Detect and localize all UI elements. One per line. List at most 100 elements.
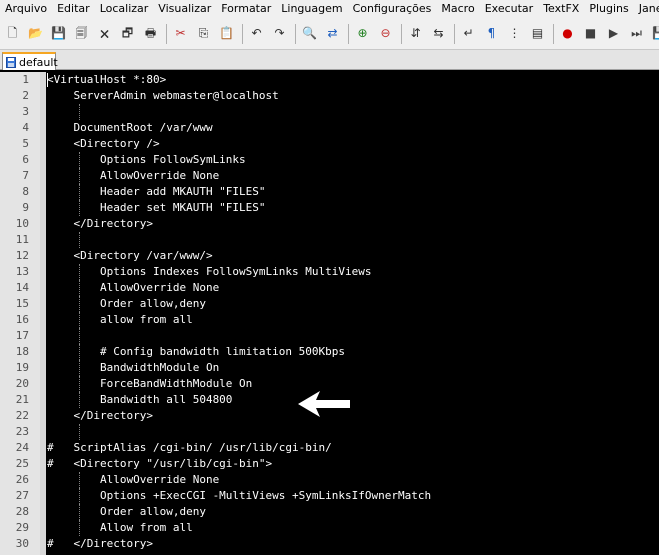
code-line[interactable]: 16 allow from all	[0, 312, 659, 328]
record-macro-icon[interactable]: ●	[559, 25, 576, 42]
code-text: ServerAdmin webmaster@localhost	[47, 89, 279, 102]
code-line[interactable]: 25 # <Directory "/usr/lib/cgi-bin">	[0, 456, 659, 472]
menu-formatar[interactable]: Formatar	[216, 0, 276, 18]
new-file-icon[interactable]: 🗋	[4, 25, 21, 42]
doc-map-icon[interactable]: ▤	[529, 25, 546, 42]
indent-guide	[78, 360, 80, 376]
replace-icon[interactable]: ⇄	[324, 25, 341, 42]
code-editor[interactable]: 1 <VirtualHost *:80> 2 ServerAdmin webmast…	[0, 72, 659, 555]
open-file-icon[interactable]: 📂	[27, 25, 44, 42]
code-line[interactable]: 18 # Config bandwidth limitation 500Kbps	[0, 344, 659, 360]
code-line[interactable]: 30 # </Directory>	[0, 536, 659, 552]
line-number: 11	[15, 233, 29, 246]
indent-guide-icon[interactable]: ⋮	[506, 25, 523, 42]
word-wrap-icon[interactable]: ↵	[460, 25, 477, 42]
code-line[interactable]: 17	[0, 328, 659, 344]
menu-localizar[interactable]: Localizar	[95, 0, 154, 18]
code-line[interactable]: 13 Options Indexes FollowSymLinks MultiV…	[0, 264, 659, 280]
code-line[interactable]: 8 Header add MKAUTH "FILES"	[0, 184, 659, 200]
code-line[interactable]: 1 <VirtualHost *:80>	[0, 72, 659, 88]
code-text: <Directory />	[47, 137, 160, 150]
close-all-icon[interactable]: 🗗	[119, 25, 136, 42]
line-number: 18	[15, 345, 29, 358]
play-macro-icon[interactable]: ▶	[605, 25, 622, 42]
toolbar: 🗋 📂 💾 🗐 🗙 🗗 🖶 ✂ ⎘ 📋 ↶ ↷ 🔍 ⇄ ⊕ ⊖ ⇵ ⇆ ↵ ¶ ⋮ ▤ ● ■ ▶ ⏭ 💾	[0, 18, 659, 50]
menu-arquivo[interactable]: Arquivo	[0, 0, 52, 18]
menu-bar: Arquivo Editar Localizar Visualizar Formatar…	[0, 0, 659, 18]
indent-guide	[78, 488, 80, 504]
save-macro-icon[interactable]: 💾	[651, 25, 659, 42]
menu-editar[interactable]: Editar	[52, 0, 95, 18]
code-line[interactable]: 10 </Directory>	[0, 216, 659, 232]
line-number: 15	[15, 297, 29, 310]
line-number: 3	[22, 105, 29, 118]
save-all-icon[interactable]: 🗐	[73, 25, 90, 42]
code-line[interactable]: 3	[0, 104, 659, 120]
indent-guide	[78, 392, 80, 408]
menu-linguagem[interactable]: Linguagem	[276, 0, 347, 18]
line-number: 13	[15, 265, 29, 278]
find-icon[interactable]: 🔍	[301, 25, 318, 42]
close-icon[interactable]: 🗙	[96, 25, 113, 42]
line-number: 19	[15, 361, 29, 374]
code-line[interactable]: 19 BandwidthModule On	[0, 360, 659, 376]
menu-janela[interactable]: Janela	[634, 0, 659, 18]
menu-macro[interactable]: Macro	[436, 0, 479, 18]
code-line[interactable]: 27 Options +ExecCGI -MultiViews +SymLink…	[0, 488, 659, 504]
indent-guide	[78, 472, 80, 488]
menu-configuracoes[interactable]: Configurações	[348, 0, 437, 18]
tab-default[interactable]: default	[2, 52, 58, 70]
code-line[interactable]: 6 Options FollowSymLinks	[0, 152, 659, 168]
menu-visualizar[interactable]: Visualizar	[153, 0, 216, 18]
code-line[interactable]: 29 Allow from all	[0, 520, 659, 536]
code-line[interactable]: 12 <Directory /var/www/>	[0, 248, 659, 264]
indent-guide	[78, 328, 80, 344]
run-macro-multiple-icon[interactable]: ⏭	[628, 25, 645, 42]
line-number: 20	[15, 377, 29, 390]
code-line[interactable]: 15 Order allow,deny	[0, 296, 659, 312]
code-text: AllowOverride None	[47, 281, 220, 294]
toolbar-separator	[242, 23, 243, 44]
code-text: # <Directory "/usr/lib/cgi-bin">	[47, 457, 273, 470]
code-line[interactable]: 7 AllowOverride None	[0, 168, 659, 184]
menu-executar[interactable]: Executar	[480, 0, 539, 18]
toolbar-separator	[553, 23, 554, 44]
line-number: 14	[15, 281, 29, 294]
paste-icon[interactable]: 📋	[218, 25, 235, 42]
line-number: 9	[22, 201, 29, 214]
sync-vertical-icon[interactable]: ⇵	[407, 25, 424, 42]
print-icon[interactable]: 🖶	[142, 25, 159, 42]
line-number: 23	[15, 425, 29, 438]
save-icon[interactable]: 💾	[50, 25, 67, 42]
menu-textfx[interactable]: TextFX	[538, 0, 584, 18]
code-line[interactable]: 14 AllowOverride None	[0, 280, 659, 296]
code-line[interactable]: 9 Header set MKAUTH "FILES"	[0, 200, 659, 216]
show-all-chars-icon[interactable]: ¶	[483, 25, 500, 42]
tab-label: default	[19, 55, 58, 69]
sync-horizontal-icon[interactable]: ⇆	[430, 25, 447, 42]
copy-icon[interactable]: ⎘	[195, 25, 212, 42]
code-line[interactable]: 23	[0, 424, 659, 440]
code-text: Order allow,deny	[47, 297, 206, 310]
menu-plugins[interactable]: Plugins	[584, 0, 633, 18]
undo-icon[interactable]: ↶	[248, 25, 265, 42]
line-number: 30	[15, 537, 29, 550]
code-text: # ScriptAlias /cgi-bin/ /usr/lib/cgi-bin…	[47, 441, 332, 454]
cut-icon[interactable]: ✂	[172, 25, 189, 42]
code-line[interactable]: 20 ForceBandWidthModule On	[0, 376, 659, 392]
zoom-out-icon[interactable]: ⊖	[377, 25, 394, 42]
code-line[interactable]: 2 ServerAdmin webmaster@localhost	[0, 88, 659, 104]
redo-icon[interactable]: ↷	[271, 25, 288, 42]
stop-record-icon[interactable]: ■	[582, 25, 599, 42]
zoom-in-icon[interactable]: ⊕	[354, 25, 371, 42]
code-line[interactable]: 11	[0, 232, 659, 248]
code-text: ForceBandWidthModule On	[47, 377, 253, 390]
line-number: 21	[15, 393, 29, 406]
code-text: Options +ExecCGI -MultiViews +SymLinksIf…	[47, 489, 432, 502]
code-line[interactable]: 4 DocumentRoot /var/www	[0, 120, 659, 136]
code-line[interactable]: 28 Order allow,deny	[0, 504, 659, 520]
code-line[interactable]: 24 # ScriptAlias /cgi-bin/ /usr/lib/cgi-b…	[0, 440, 659, 456]
code-line[interactable]: 26 AllowOverride None	[0, 472, 659, 488]
indent-guide	[78, 520, 80, 536]
code-line[interactable]: 5 <Directory />	[0, 136, 659, 152]
